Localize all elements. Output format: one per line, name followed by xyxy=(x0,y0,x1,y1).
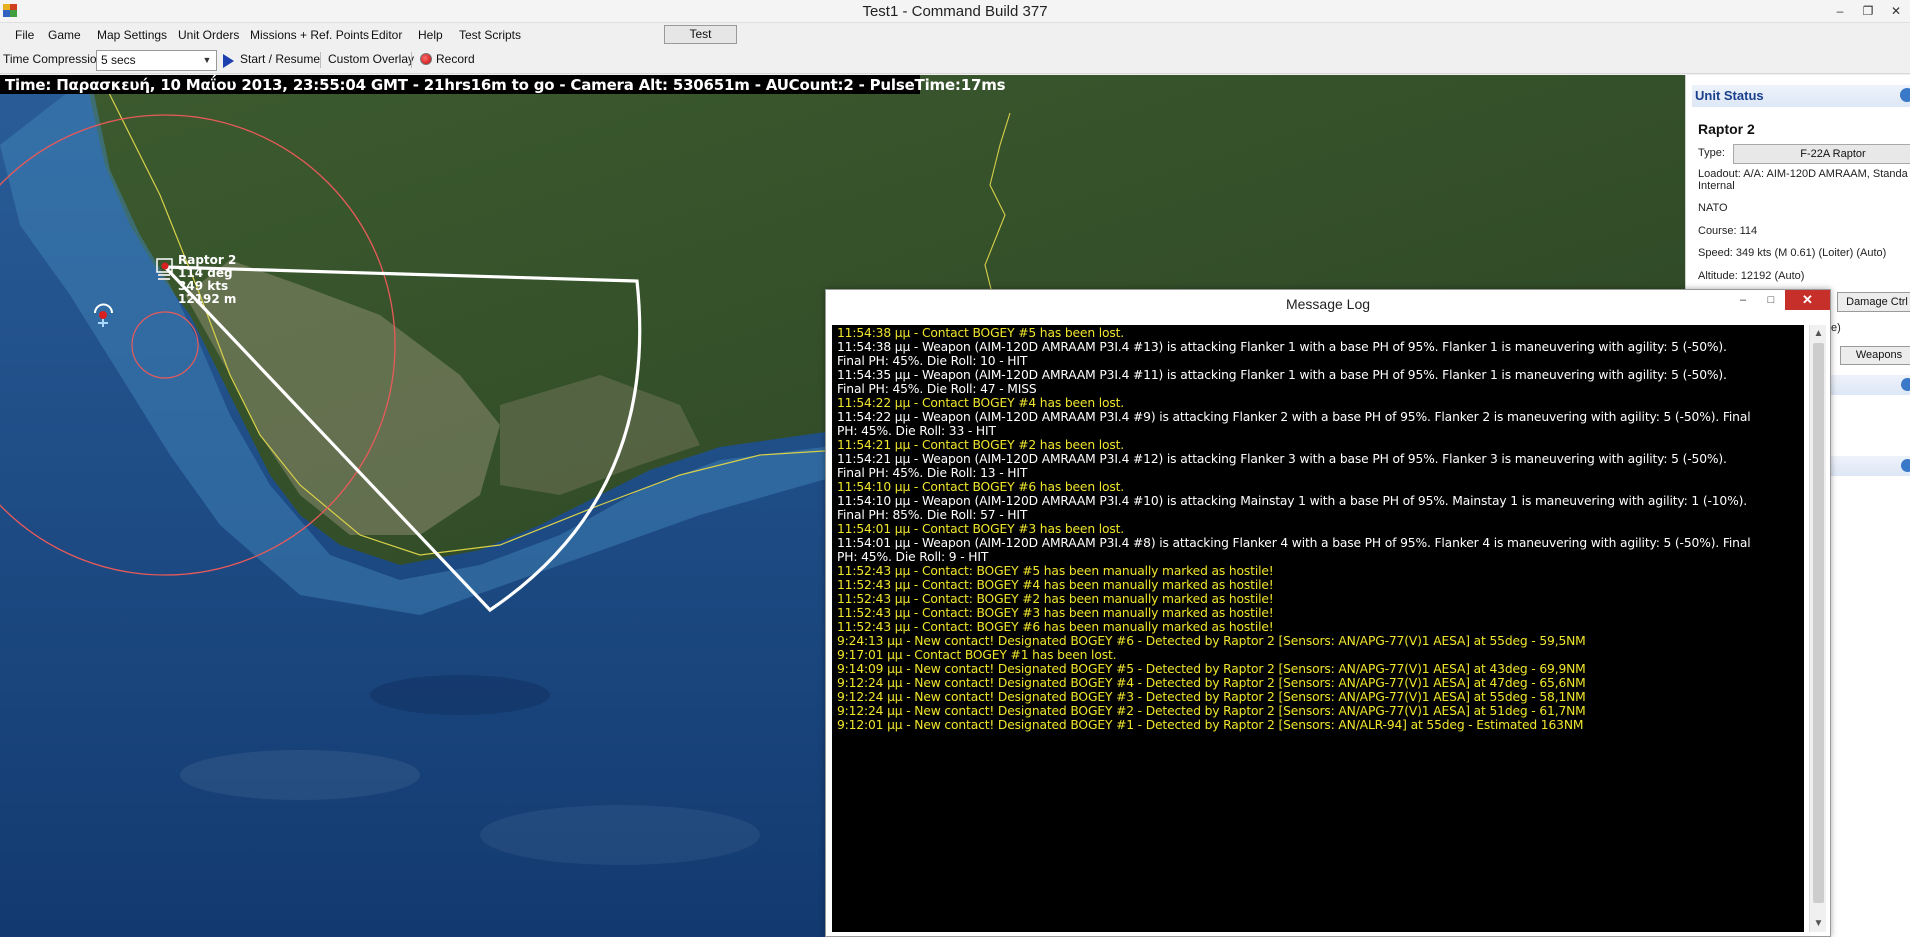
log-line: 11:54:21 μμ - Weapon (AIM-120D AMRAAM P3… xyxy=(837,452,1727,466)
toolbar-separator xyxy=(320,52,321,68)
log-line: 9:14:09 μμ - New contact! Designated BOG… xyxy=(837,662,1586,676)
cloud xyxy=(180,750,420,800)
log-line: 11:52:43 μμ - Contact: BOGEY #2 has been… xyxy=(837,592,1274,606)
scroll-down-icon[interactable]: ▼ xyxy=(1810,915,1827,932)
log-line: 11:52:43 μμ - Contact: BOGEY #4 has been… xyxy=(837,578,1274,592)
menu-help[interactable]: Help xyxy=(418,28,443,42)
log-line: 11:54:22 μμ - Contact BOGEY #4 has been … xyxy=(837,396,1125,410)
minimize-icon[interactable]: – xyxy=(1826,0,1854,22)
log-line: 11:54:38 μμ - Contact BOGEY #5 has been … xyxy=(837,326,1125,340)
loadout-text-2: Internal xyxy=(1698,180,1735,192)
log-line: 9:12:01 μμ - New contact! Designated BOG… xyxy=(837,718,1584,732)
minimize-icon[interactable]: – xyxy=(1729,290,1757,310)
command-app-window: Test1 - Command Build 377 – ❐ ✕ File Gam… xyxy=(0,0,1910,937)
menu-bar: File Game Map Settings Unit Orders Missi… xyxy=(0,24,1910,46)
expand-icon[interactable] xyxy=(1901,378,1910,391)
log-line: Final PH: 85%. Die Roll: 57 - HIT xyxy=(837,508,1028,522)
maximize-icon[interactable]: □ xyxy=(1757,290,1785,310)
close-icon[interactable]: ✕ xyxy=(1785,290,1830,310)
altitude-text: Altitude: 12192 (Auto) xyxy=(1698,270,1805,282)
side-text: NATO xyxy=(1698,202,1728,214)
message-log-text[interactable]: 11:54:38 μμ - Contact BOGEY #5 has been … xyxy=(832,325,1804,932)
log-line: Final PH: 45%. Die Roll: 13 - HIT xyxy=(837,466,1028,480)
type-label: Type: xyxy=(1698,147,1725,159)
chevron-down-icon: ▼ xyxy=(202,55,212,65)
menu-unit-orders[interactable]: Unit Orders xyxy=(178,28,239,42)
speed-text: Speed: 349 kts (M 0.61) (Loiter) (Auto) xyxy=(1698,247,1887,259)
play-icon[interactable] xyxy=(223,54,234,68)
damage-ctrl-button[interactable]: Damage Ctrl xyxy=(1837,292,1910,312)
time-compression-select[interactable]: 5 secs ▼ xyxy=(96,50,217,71)
menu-map-settings[interactable]: Map Settings xyxy=(97,28,167,42)
aircraft-marker xyxy=(161,262,169,270)
partial-field-text: e) xyxy=(1831,322,1841,334)
log-line: 9:12:24 μμ - New contact! Designated BOG… xyxy=(837,676,1586,690)
message-log-title: Message Log xyxy=(1285,296,1371,312)
message-log-window: Message Log – □ ✕ 11:54:38 μμ - Contact … xyxy=(825,289,1831,937)
aircraft-marker xyxy=(158,274,170,276)
map-info-bar: Time: Παρασκευή, 10 Μαΐου 2013, 23:55:04… xyxy=(0,75,1006,94)
log-line: 11:54:01 μμ - Contact BOGEY #3 has been … xyxy=(837,522,1125,536)
start-resume-button[interactable]: Start / Resume xyxy=(240,52,320,66)
log-line: 11:54:21 μμ - Contact BOGEY #2 has been … xyxy=(837,438,1125,452)
log-line: PH: 45%. Die Roll: 33 - HIT xyxy=(837,424,996,438)
menu-missions-ref-points[interactable]: Missions + Ref. Points xyxy=(250,28,369,42)
log-line: 11:54:10 μμ - Weapon (AIM-120D AMRAAM P3… xyxy=(837,494,1748,508)
log-line: 9:17:01 μμ - Contact BOGEY #1 has been l… xyxy=(837,648,1117,662)
section-header[interactable] xyxy=(1830,375,1910,395)
custom-overlay-button[interactable]: Custom Overlay xyxy=(328,52,414,66)
record-icon[interactable] xyxy=(420,53,432,65)
unit-type-button[interactable]: F-22A Raptor xyxy=(1733,144,1910,164)
record-button[interactable]: Record xyxy=(436,52,475,66)
unit-status-header[interactable]: Unit Status xyxy=(1692,85,1910,107)
log-line: 11:52:43 μμ - Contact: BOGEY #6 has been… xyxy=(837,620,1274,634)
window-title: Test1 - Command Build 377 xyxy=(862,3,1048,20)
log-line: 11:54:01 μμ - Weapon (AIM-120D AMRAAM P3… xyxy=(837,536,1751,550)
toolbar: Time Compression: 5 secs ▼ Start / Resum… xyxy=(0,47,1910,74)
title-bar: Test1 - Command Build 377 – ❐ ✕ xyxy=(0,0,1910,23)
log-line: 11:52:43 μμ - Contact: BOGEY #5 has been… xyxy=(837,564,1274,578)
log-line: PH: 45%. Die Roll: 9 - HIT xyxy=(837,550,989,564)
log-line: 9:24:13 μμ - New contact! Designated BOG… xyxy=(837,634,1586,648)
collapse-icon[interactable] xyxy=(1900,88,1910,102)
vertical-scrollbar[interactable]: ▲ ▼ xyxy=(1809,325,1826,932)
unit-label-altitude: 12192 m xyxy=(178,292,237,306)
time-compression-value: 5 secs xyxy=(101,53,136,67)
toolbar-separator xyxy=(411,52,412,68)
log-line: 11:54:35 μμ - Weapon (AIM-120D AMRAAM P3… xyxy=(837,368,1727,382)
log-line: Final PH: 45%. Die Roll: 10 - HIT xyxy=(837,354,1028,368)
log-line: 11:54:22 μμ - Weapon (AIM-120D AMRAAM P3… xyxy=(837,410,1751,424)
log-line: 11:54:38 μμ - Weapon (AIM-120D AMRAAM P3… xyxy=(837,340,1727,354)
menu-editor[interactable]: Editor xyxy=(371,28,402,42)
time-compression-label: Time Compression: xyxy=(3,52,107,66)
close-icon[interactable]: ✕ xyxy=(1882,0,1910,22)
cloud xyxy=(480,805,760,865)
scroll-up-icon[interactable]: ▲ xyxy=(1810,325,1827,342)
cloud-shadow xyxy=(370,675,550,715)
loadout-text: Loadout: A/A: AIM-120D AMRAAM, Standa xyxy=(1698,168,1908,180)
unit-map-label[interactable]: Raptor 2 114 deg 349 kts 12192 m xyxy=(178,254,236,306)
log-line: 11:52:43 μμ - Contact: BOGEY #3 has been… xyxy=(837,606,1274,620)
menu-test-scripts[interactable]: Test Scripts xyxy=(459,28,521,42)
aircraft-marker xyxy=(158,278,170,280)
menu-file[interactable]: File xyxy=(15,28,34,42)
scroll-thumb[interactable] xyxy=(1813,343,1824,903)
section-header[interactable] xyxy=(1830,456,1910,476)
log-line: 9:12:24 μμ - New contact! Designated BOG… xyxy=(837,704,1586,718)
course-text: Course: 114 xyxy=(1698,225,1758,237)
log-line: Final PH: 45%. Die Roll: 47 - MISS xyxy=(837,382,1037,396)
menu-game[interactable]: Game xyxy=(48,28,81,42)
weapons-button[interactable]: Weapons xyxy=(1840,346,1910,365)
restore-icon[interactable]: ❐ xyxy=(1854,0,1882,22)
test-button[interactable]: Test xyxy=(664,25,737,44)
unit-name: Raptor 2 xyxy=(1698,121,1755,137)
expand-icon[interactable] xyxy=(1901,459,1910,472)
log-line: 9:12:24 μμ - New contact! Designated BOG… xyxy=(837,690,1586,704)
log-line: 11:54:10 μμ - Contact BOGEY #6 has been … xyxy=(837,480,1125,494)
